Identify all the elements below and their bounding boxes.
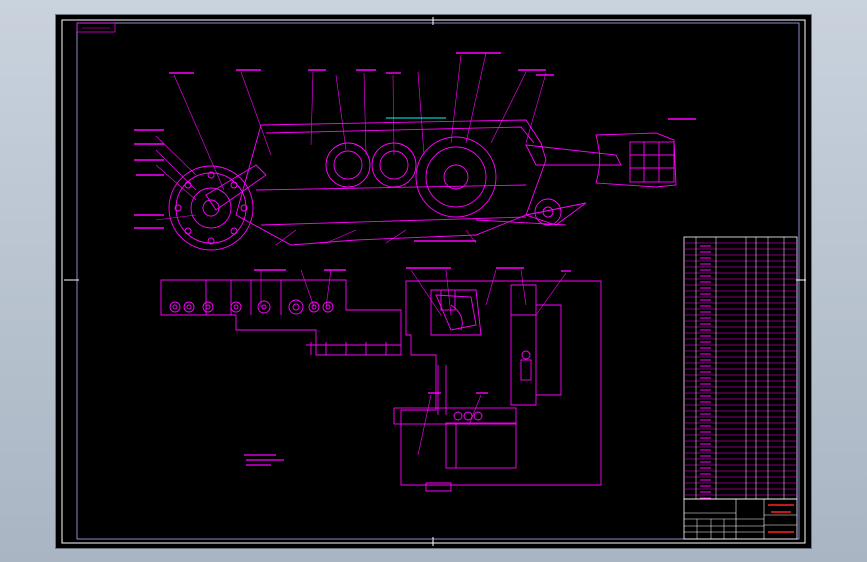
main-assembly-view bbox=[134, 52, 696, 251]
title-block bbox=[683, 498, 798, 540]
corner-label-box bbox=[76, 22, 116, 33]
gearbox-section-view bbox=[393, 267, 602, 492]
large-right-wheel bbox=[415, 136, 497, 218]
left-drive-wheel bbox=[168, 165, 254, 251]
parts-list-table bbox=[683, 236, 798, 500]
shaft-section-view bbox=[160, 269, 402, 356]
drawing-canvas[interactable] bbox=[56, 15, 811, 548]
callout-text-stubs bbox=[134, 52, 696, 242]
middle-wheel-1 bbox=[325, 142, 371, 188]
wheel-bolts bbox=[174, 171, 248, 245]
technical-notes bbox=[244, 454, 284, 466]
gripper-jaw bbox=[595, 132, 677, 188]
cad-drawing-sheet[interactable] bbox=[56, 15, 811, 548]
callout-leaders bbox=[155, 52, 547, 246]
outer-border bbox=[61, 19, 806, 544]
